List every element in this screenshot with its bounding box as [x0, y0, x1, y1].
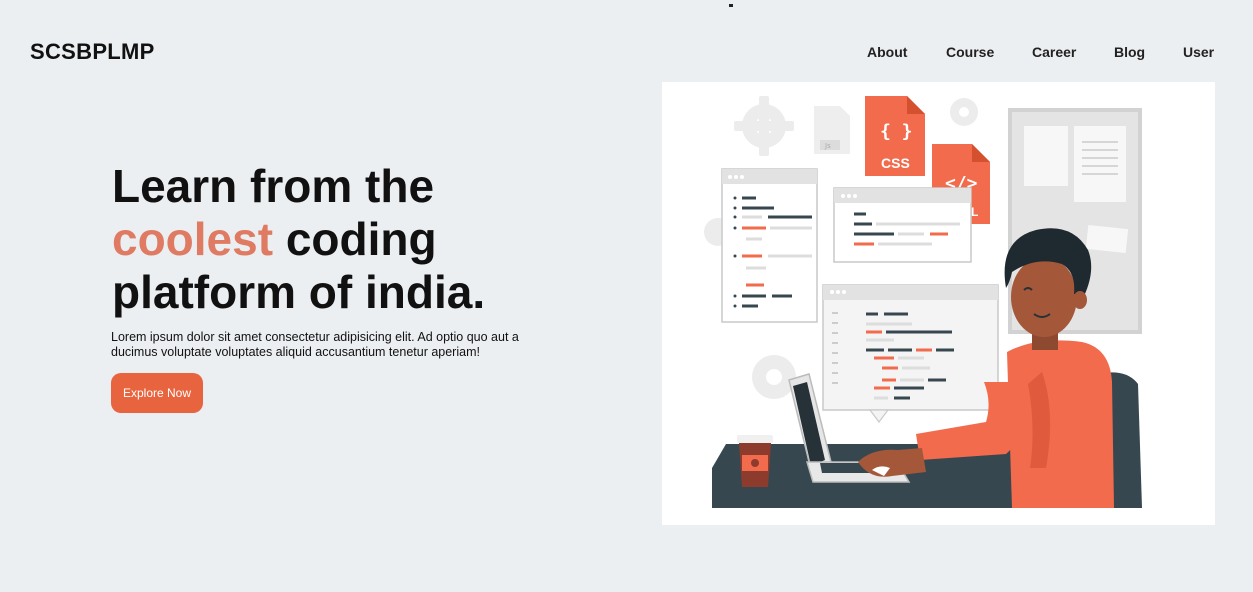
nav-link-about[interactable]: About — [867, 44, 907, 60]
svg-text:CSS: CSS — [881, 155, 910, 171]
svg-text:{ }: { } — [880, 121, 913, 142]
hero-description: Lorem ipsum dolor sit amet consectetur a… — [111, 330, 519, 359]
code-window-middle — [833, 187, 972, 263]
js-file-icon: Js — [814, 106, 850, 154]
code-editor-window — [822, 284, 999, 423]
svg-text:L: L — [971, 205, 978, 219]
hero-illustration: Js { } CSS </> L — [662, 82, 1215, 525]
nav-link-course[interactable]: Course — [946, 44, 994, 60]
nav-link-career[interactable]: Career — [1032, 44, 1076, 60]
gear-icon — [734, 96, 794, 156]
gear-icon — [950, 98, 978, 126]
svg-text:Js: Js — [824, 142, 831, 150]
css-file-icon: { } CSS — [865, 96, 925, 176]
gear-icon — [752, 355, 796, 399]
hero-title-line3: platform of india. — [112, 266, 486, 318]
nav-link-blog[interactable]: Blog — [1114, 44, 1145, 60]
nav-link-user[interactable]: User — [1183, 44, 1214, 60]
hero-title-accent: coolest — [112, 213, 274, 265]
explore-now-button[interactable]: Explore Now — [111, 373, 203, 413]
coffee-cup-icon — [737, 435, 773, 487]
top-edge-mark — [729, 4, 733, 7]
hero-title-line2-rest: coding — [273, 213, 437, 265]
developer-at-laptop-illustration: Js { } CSS </> L — [704, 96, 1142, 508]
brand-logo[interactable]: SCSBPLMP — [30, 39, 155, 65]
hero-title: Learn from the coolest coding platform o… — [112, 160, 572, 319]
code-window-left — [721, 168, 818, 323]
main-nav: About Course Career Blog User — [653, 44, 1253, 64]
hero-title-line1: Learn from the — [112, 160, 435, 212]
